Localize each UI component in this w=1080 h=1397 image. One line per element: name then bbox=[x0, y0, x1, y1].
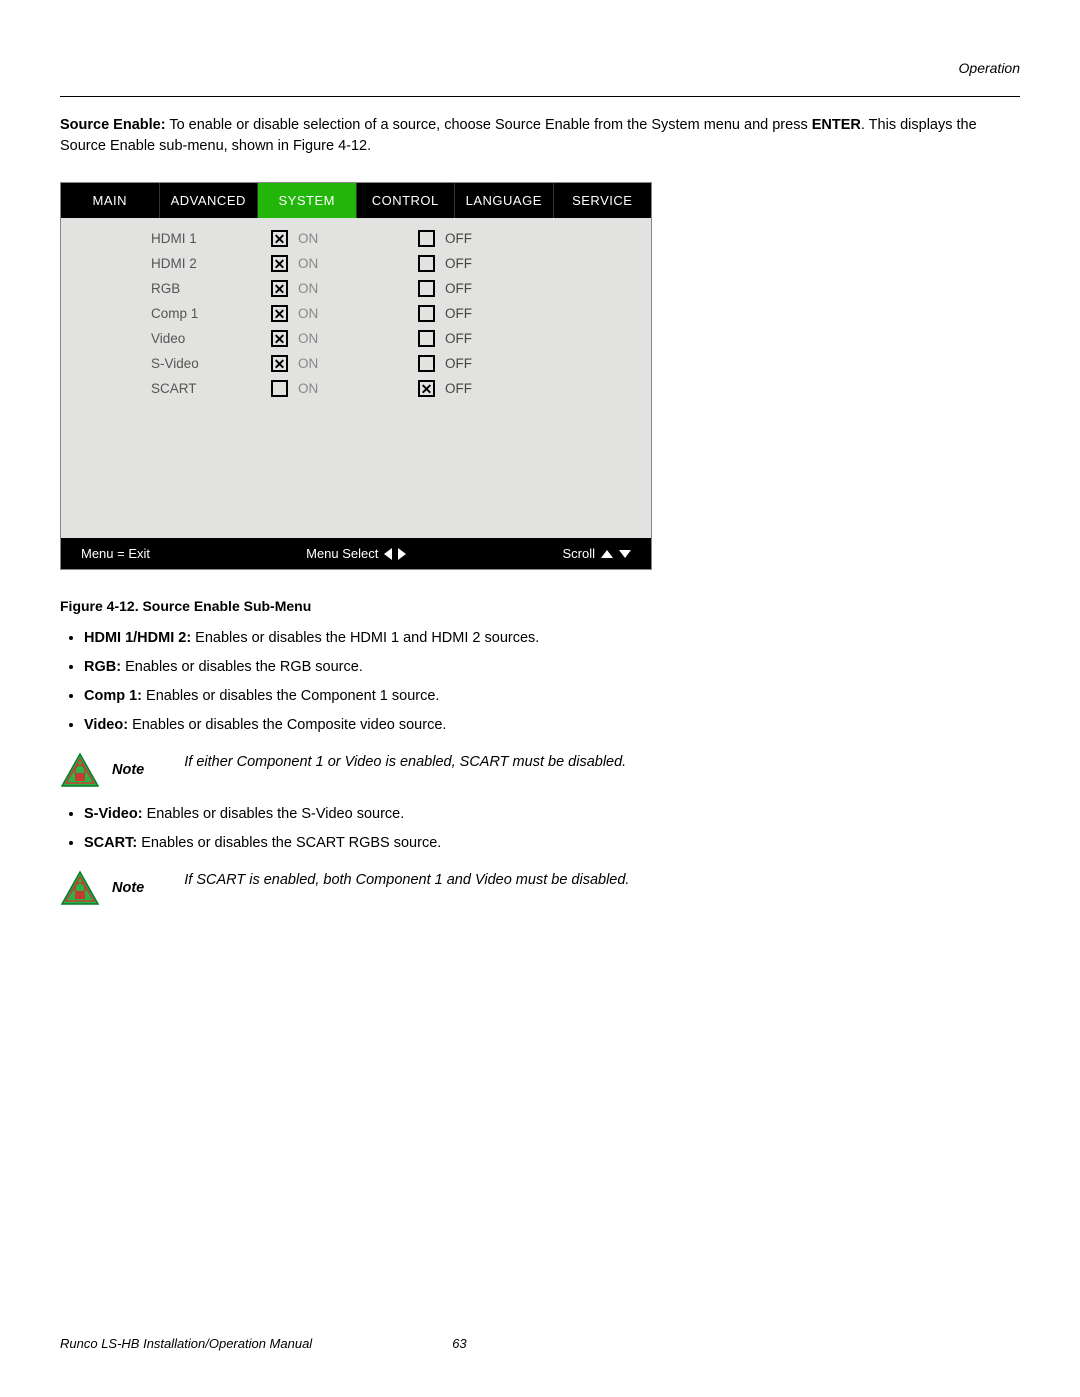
footer-page-number: 63 bbox=[452, 1336, 466, 1351]
osd-body: HDMI 1✕ONOFFHDMI 2✕ONOFFRGB✕ONOFFComp 1✕… bbox=[61, 218, 651, 538]
intro-paragraph: Source Enable: To enable or disable sele… bbox=[60, 115, 1020, 157]
list-item-text: Enables or disables the RGB source. bbox=[121, 659, 363, 675]
checkbox-on[interactable]: ✕ bbox=[271, 230, 288, 247]
checkbox-on[interactable]: ✕ bbox=[271, 305, 288, 322]
off-label: OFF bbox=[445, 356, 565, 371]
bullet-list-1: HDMI 1/HDMI 2: Enables or disables the H… bbox=[60, 628, 1020, 736]
checkbox-off[interactable] bbox=[418, 255, 435, 272]
triangle-up-icon bbox=[601, 550, 613, 558]
checkbox-off[interactable] bbox=[418, 280, 435, 297]
checkbox-off[interactable] bbox=[418, 230, 435, 247]
checkbox-off[interactable]: ✕ bbox=[418, 380, 435, 397]
on-label: ON bbox=[298, 306, 418, 321]
list-item: SCART: Enables or disables the SCART RGB… bbox=[84, 833, 1020, 854]
bullet-list-2: S-Video: Enables or disables the S-Video… bbox=[60, 804, 1020, 854]
osd-source-name: HDMI 2 bbox=[151, 256, 271, 271]
list-item: RGB: Enables or disables the RGB source. bbox=[84, 657, 1020, 678]
on-label: ON bbox=[298, 381, 418, 396]
list-item-text: Enables or disables the HDMI 1 and HDMI … bbox=[191, 630, 539, 646]
list-item: HDMI 1/HDMI 2: Enables or disables the H… bbox=[84, 628, 1020, 649]
list-item: Comp 1: Enables or disables the Componen… bbox=[84, 686, 1020, 707]
osd-source-row: RGB✕ ON OFF bbox=[61, 276, 651, 301]
list-item: Video: Enables or disables the Composite… bbox=[84, 715, 1020, 736]
list-item: S-Video: Enables or disables the S-Video… bbox=[84, 804, 1020, 825]
osd-source-row: HDMI 1✕ ON OFF bbox=[61, 226, 651, 251]
osd-source-name: HDMI 1 bbox=[151, 231, 271, 246]
note-label: Note bbox=[112, 880, 144, 896]
on-label: ON bbox=[298, 281, 418, 296]
warning-icon bbox=[60, 752, 100, 788]
on-label: ON bbox=[298, 356, 418, 371]
osd-source-name: Video bbox=[151, 331, 271, 346]
osd-footer-menu-select: Menu Select bbox=[306, 546, 406, 561]
section-header: Operation bbox=[60, 60, 1020, 76]
osd-tab-bar: MAINADVANCEDSYSTEMCONTROLLANGUAGESERVICE bbox=[61, 183, 651, 218]
osd-source-name: Comp 1 bbox=[151, 306, 271, 321]
checkbox-on[interactable]: ✕ bbox=[271, 330, 288, 347]
checkbox-off[interactable] bbox=[418, 355, 435, 372]
note-text: If either Component 1 or Video is enable… bbox=[184, 752, 1020, 772]
osd-menu: MAINADVANCEDSYSTEMCONTROLLANGUAGESERVICE… bbox=[60, 182, 652, 570]
osd-footer-menu-select-label: Menu Select bbox=[306, 546, 378, 561]
intro-enter: ENTER bbox=[812, 117, 861, 133]
note-2: Note If SCART is enabled, both Component… bbox=[60, 870, 1020, 906]
checkbox-off[interactable] bbox=[418, 305, 435, 322]
osd-footer-menu-exit: Menu = Exit bbox=[81, 546, 150, 561]
checkbox-off[interactable] bbox=[418, 330, 435, 347]
osd-source-row: Video✕ ON OFF bbox=[61, 326, 651, 351]
intro-text-1: To enable or disable selection of a sour… bbox=[166, 117, 812, 133]
list-item-label: Video: bbox=[84, 717, 128, 733]
list-item-label: HDMI 1/HDMI 2: bbox=[84, 630, 191, 646]
osd-source-name: RGB bbox=[151, 281, 271, 296]
osd-tab[interactable]: CONTROL bbox=[357, 183, 456, 218]
osd-tab[interactable]: LANGUAGE bbox=[455, 183, 554, 218]
osd-source-name: SCART bbox=[151, 381, 271, 396]
off-label: OFF bbox=[445, 256, 565, 271]
page-footer: Runco LS-HB Installation/Operation Manua… bbox=[60, 1336, 1020, 1351]
osd-footer-scroll: Scroll bbox=[562, 546, 631, 561]
triangle-left-icon bbox=[384, 548, 392, 560]
off-label: OFF bbox=[445, 281, 565, 296]
figure-caption: Figure 4-12. Source Enable Sub-Menu bbox=[60, 598, 1020, 614]
off-label: OFF bbox=[445, 306, 565, 321]
osd-tab[interactable]: SERVICE bbox=[554, 183, 652, 218]
checkbox-on[interactable]: ✕ bbox=[271, 280, 288, 297]
osd-source-row: HDMI 2✕ ON OFF bbox=[61, 251, 651, 276]
osd-source-name: S-Video bbox=[151, 356, 271, 371]
osd-source-row: S-Video✕ ON OFF bbox=[61, 351, 651, 376]
intro-label: Source Enable: bbox=[60, 117, 166, 133]
divider bbox=[60, 96, 1020, 97]
off-label: OFF bbox=[445, 231, 565, 246]
footer-title: Runco LS-HB Installation/Operation Manua… bbox=[60, 1336, 312, 1351]
osd-tab[interactable]: MAIN bbox=[61, 183, 160, 218]
triangle-down-icon bbox=[619, 550, 631, 558]
warning-icon bbox=[60, 870, 100, 906]
list-item-text: Enables or disables the Component 1 sour… bbox=[142, 688, 439, 704]
osd-tab[interactable]: ADVANCED bbox=[160, 183, 259, 218]
on-label: ON bbox=[298, 256, 418, 271]
osd-footer: Menu = Exit Menu Select Scroll bbox=[61, 538, 651, 569]
note-label: Note bbox=[112, 762, 144, 778]
list-item-text: Enables or disables the Composite video … bbox=[128, 717, 446, 733]
list-item-label: Comp 1: bbox=[84, 688, 142, 704]
list-item-label: SCART: bbox=[84, 835, 137, 851]
checkbox-on[interactable] bbox=[271, 380, 288, 397]
list-item-label: RGB: bbox=[84, 659, 121, 675]
note-1: Note If either Component 1 or Video is e… bbox=[60, 752, 1020, 788]
off-label: OFF bbox=[445, 381, 565, 396]
checkbox-on[interactable]: ✕ bbox=[271, 355, 288, 372]
note-text: If SCART is enabled, both Component 1 an… bbox=[184, 870, 1020, 890]
on-label: ON bbox=[298, 231, 418, 246]
osd-source-row: SCART ON✕ OFF bbox=[61, 376, 651, 401]
list-item-label: S-Video: bbox=[84, 806, 143, 822]
osd-footer-scroll-label: Scroll bbox=[562, 546, 595, 561]
osd-source-row: Comp 1✕ ON OFF bbox=[61, 301, 651, 326]
osd-tab[interactable]: SYSTEM bbox=[258, 183, 357, 218]
off-label: OFF bbox=[445, 331, 565, 346]
on-label: ON bbox=[298, 331, 418, 346]
list-item-text: Enables or disables the SCART RGBS sourc… bbox=[137, 835, 441, 851]
list-item-text: Enables or disables the S-Video source. bbox=[143, 806, 405, 822]
triangle-right-icon bbox=[398, 548, 406, 560]
checkbox-on[interactable]: ✕ bbox=[271, 255, 288, 272]
